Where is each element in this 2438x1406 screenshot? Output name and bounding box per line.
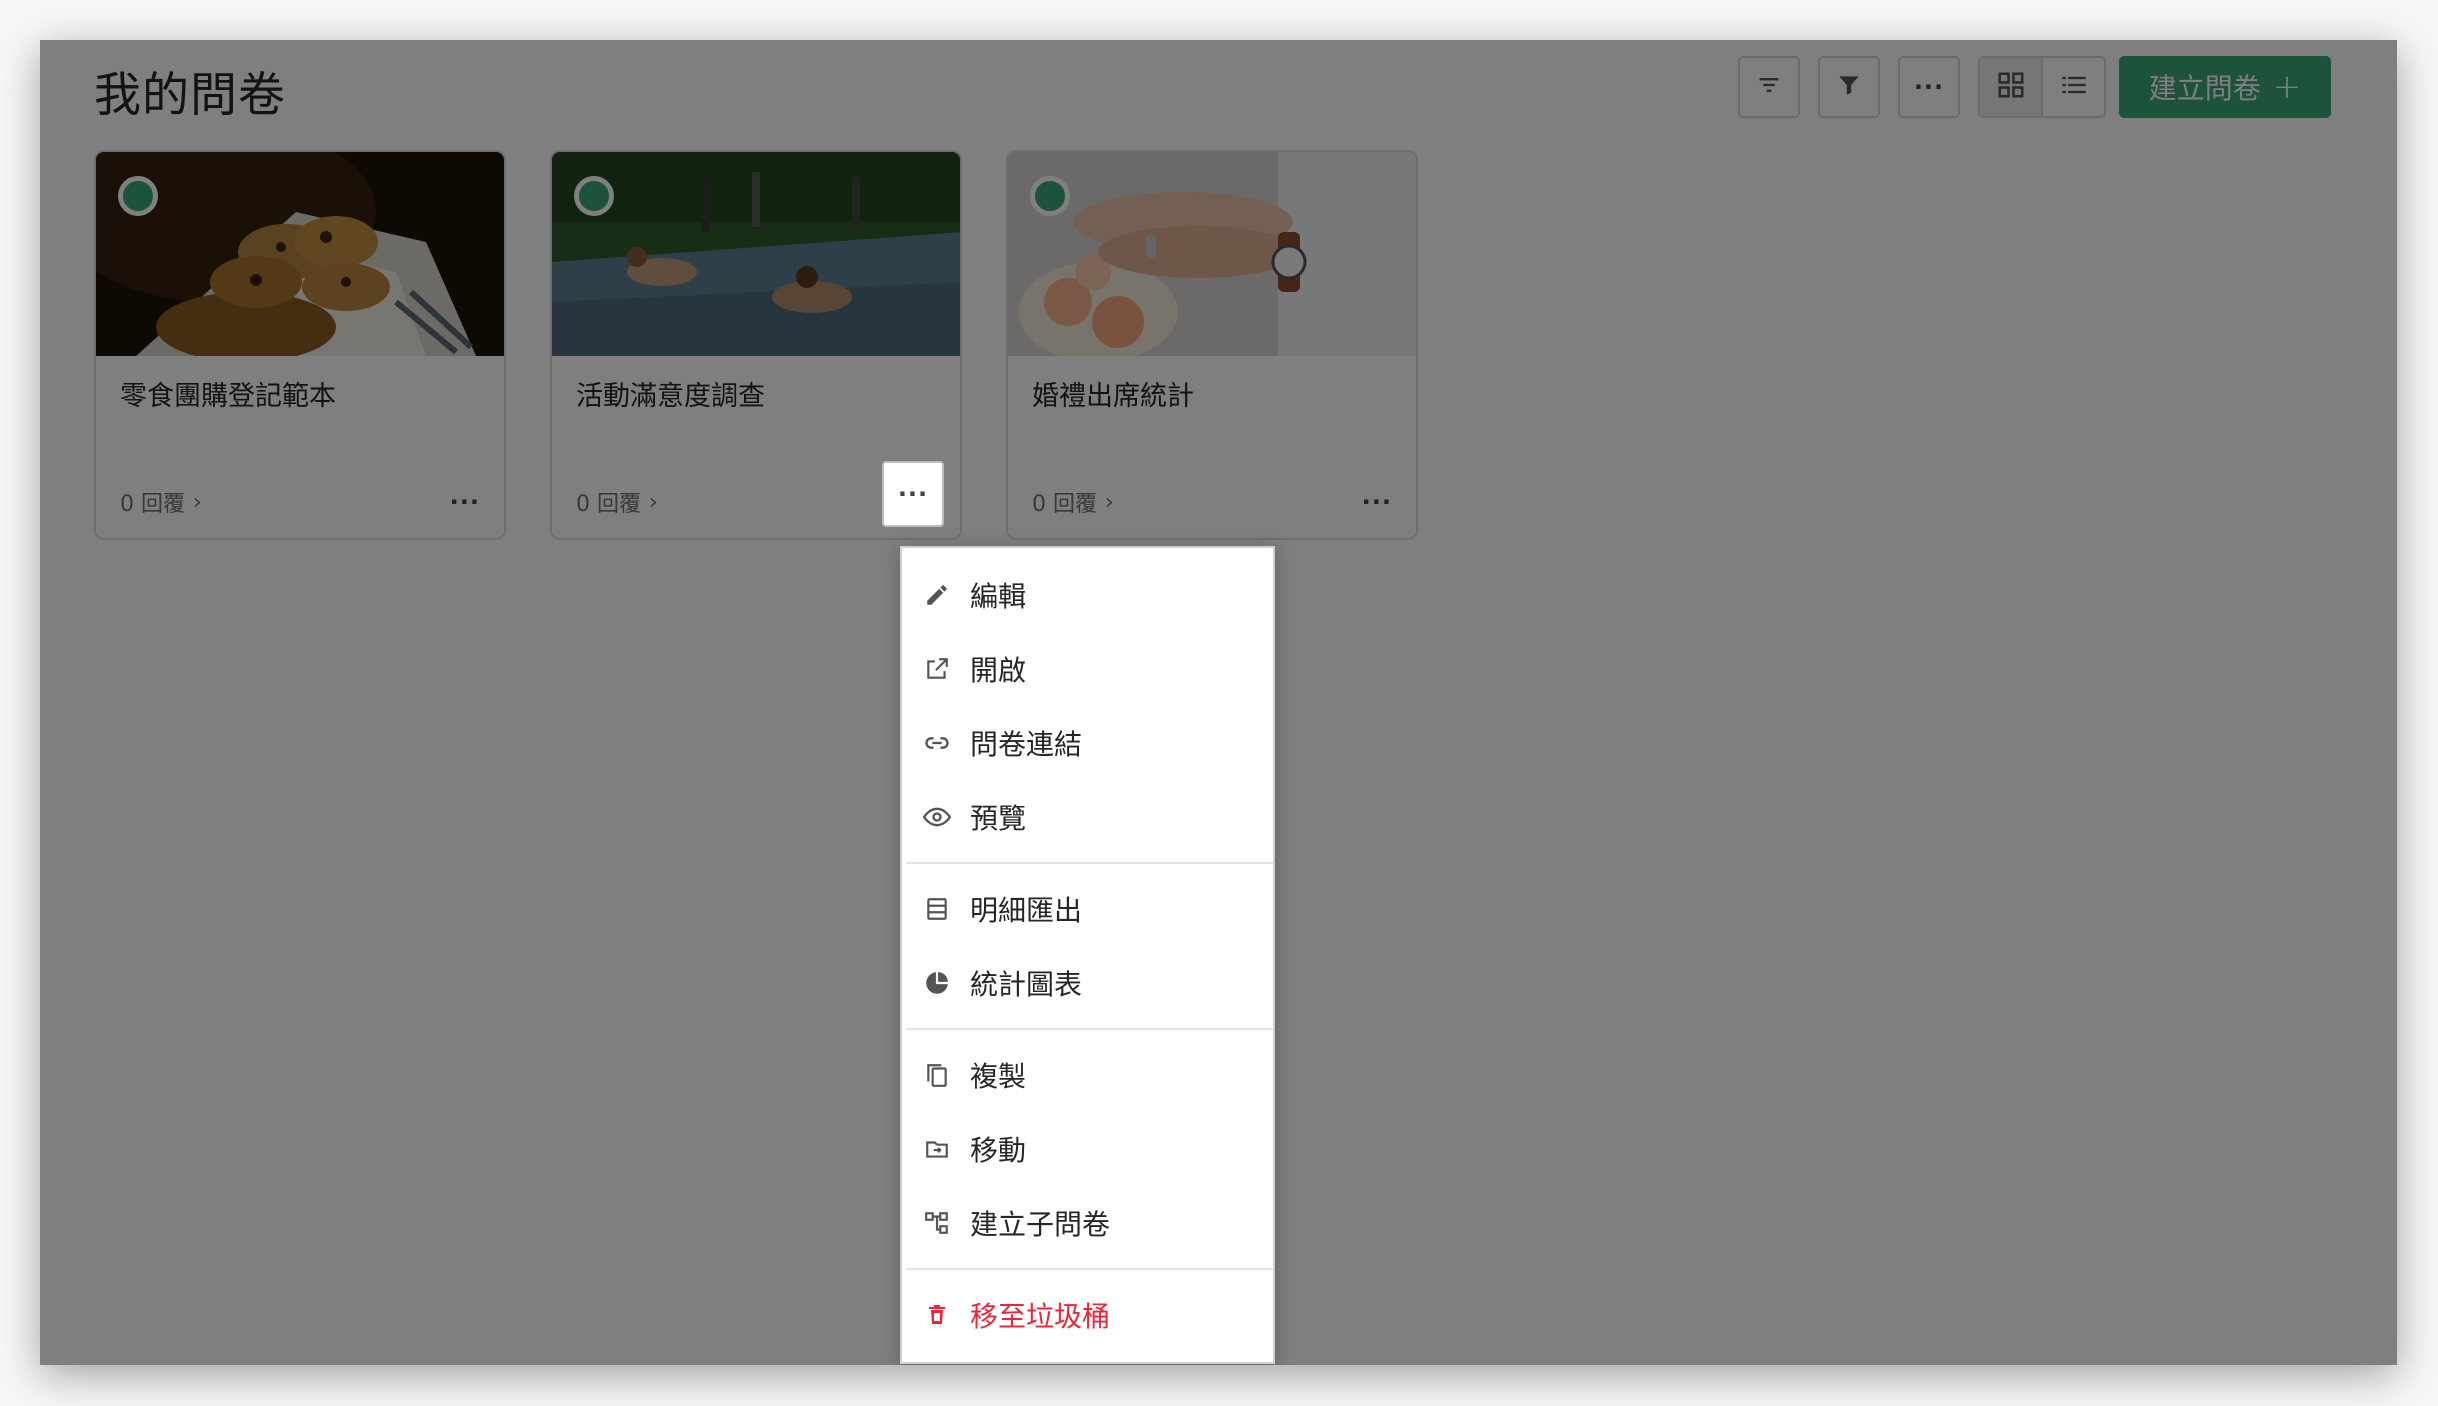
menu-item-statistics-chart[interactable]: 統計圖表 <box>902 946 1273 1020</box>
menu-item-label: 開啟 <box>970 654 1027 687</box>
menu-item-label: 編輯 <box>970 580 1027 613</box>
menu-item-preview[interactable]: 預覽 <box>902 780 1273 854</box>
open-external-icon <box>922 654 952 684</box>
link-icon <box>922 728 952 758</box>
menu-item-move-to-trash[interactable]: 移至垃圾桶 <box>902 1278 1273 1352</box>
menu-item-create-sub-survey[interactable]: 建立子問卷 <box>902 1186 1273 1260</box>
menu-item-label: 統計圖表 <box>970 968 1083 1001</box>
sub-survey-icon <box>922 1208 952 1238</box>
menu-item-edit[interactable]: 編輯 <box>902 558 1273 632</box>
menu-divider <box>906 1028 1273 1030</box>
card-more-button-active[interactable]: ··· <box>882 461 944 527</box>
menu-item-label: 移至垃圾桶 <box>970 1300 1111 1333</box>
more-horizontal-icon: ··· <box>897 480 929 508</box>
menu-item-label: 複製 <box>970 1060 1027 1093</box>
menu-item-survey-link[interactable]: 問卷連結 <box>902 706 1273 780</box>
menu-divider <box>906 1268 1273 1270</box>
menu-item-export-details[interactable]: 明細匯出 <box>902 872 1273 946</box>
menu-item-label: 問卷連結 <box>970 728 1083 761</box>
eye-icon <box>922 802 952 832</box>
menu-item-label: 預覽 <box>970 802 1027 835</box>
menu-item-label: 建立子問卷 <box>970 1208 1111 1241</box>
menu-item-duplicate[interactable]: 複製 <box>902 1038 1273 1112</box>
menu-item-label: 明細匯出 <box>970 894 1083 927</box>
trash-icon <box>922 1300 952 1330</box>
app-window: 我的問卷 ··· <box>40 40 2397 1365</box>
card-context-menu: 編輯 開啟 問卷連結 預覽 明細匯出 統計圖表 複製 移動 建立子問卷 移至垃圾… <box>900 546 1275 1364</box>
move-folder-icon <box>922 1134 952 1164</box>
table-export-icon <box>922 894 952 924</box>
pencil-icon <box>922 580 952 610</box>
menu-item-open[interactable]: 開啟 <box>902 632 1273 706</box>
pie-chart-icon <box>922 968 952 998</box>
menu-item-move[interactable]: 移動 <box>902 1112 1273 1186</box>
menu-item-label: 移動 <box>970 1134 1027 1167</box>
menu-divider <box>906 862 1273 864</box>
copy-icon <box>922 1060 952 1090</box>
